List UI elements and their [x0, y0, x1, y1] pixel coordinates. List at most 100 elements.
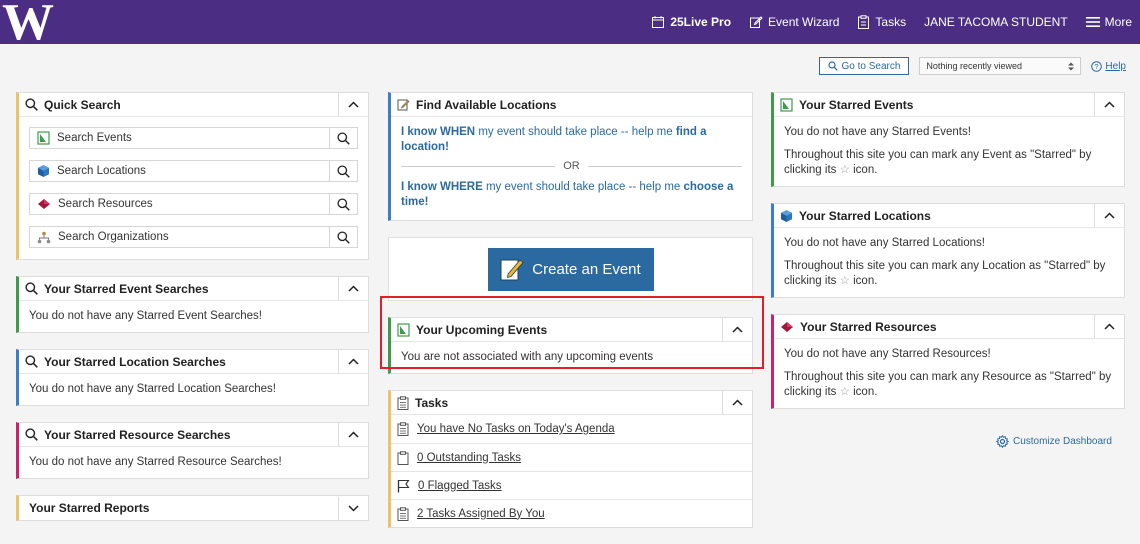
upcoming-events-panel: Your Upcoming Events You are not associa… [388, 317, 753, 374]
star-hint: Throughout this site you can mark any Ev… [784, 149, 1092, 176]
starred-location-searches-panel: Your Starred Location Searches You do no… [16, 349, 369, 406]
search-events-link[interactable]: Search Events [30, 131, 329, 146]
collapse-button[interactable] [722, 391, 752, 414]
choose-time-link[interactable]: I know WHERE my event should take place … [401, 180, 742, 210]
or-separator: OR [401, 159, 742, 174]
column-right: Your Starred Events You do not have any … [771, 92, 1125, 425]
star-outline-icon: ☆ [839, 164, 850, 176]
starred-resources-panel: Your Starred Resources You do not have a… [771, 314, 1125, 409]
panel-title: Find Available Locations [416, 97, 557, 112]
event-icon [780, 97, 793, 112]
utility-row: Go to Search Nothing recently viewed ? H… [818, 56, 1126, 76]
chevron-up-icon [348, 285, 359, 292]
empty-message: You do not have any Starred Events! [784, 126, 971, 138]
create-event-button[interactable]: Create an Event [487, 247, 654, 291]
search-resources-row[interactable]: Search Resources [29, 193, 358, 215]
task-row-flagged[interactable]: 0 Flagged Tasks [391, 471, 752, 499]
nav-25live-pro[interactable]: 25Live Pro [651, 15, 731, 29]
search-resources-button[interactable] [329, 194, 357, 214]
starred-resource-searches-panel: Your Starred Resource Searches You do no… [16, 422, 369, 479]
panel-title: Your Upcoming Events [416, 322, 548, 337]
help-link[interactable]: ? Help [1091, 61, 1126, 72]
column-left: Quick Search Search Events Search Locati… [16, 92, 369, 537]
flag-icon [397, 479, 410, 492]
top-bar: W 25Live Pro Event Wizard Tasks JANE TAC… [0, 0, 1140, 49]
svg-text:?: ? [1095, 62, 1099, 71]
tasks-panel: Tasks You have No Tasks on Today's Agend… [388, 390, 753, 528]
empty-message: You do not have any Starred Resource Sea… [29, 456, 282, 468]
collapse-button[interactable] [722, 318, 752, 341]
search-organizations-link[interactable]: Search Organizations [30, 230, 329, 245]
empty-message: You do not have any Starred Event Search… [29, 310, 262, 322]
search-icon [337, 164, 350, 178]
chevron-up-icon [348, 431, 359, 438]
customize-dashboard-link[interactable]: Customize Dashboard [996, 435, 1112, 448]
empty-message: You do not have any Starred Resources! [784, 348, 991, 360]
panel-title: Your Starred Location Searches [44, 354, 226, 369]
task-row-outstanding[interactable]: 0 Outstanding Tasks [391, 443, 752, 471]
top-nav: 25Live Pro Event Wizard Tasks JANE TACOM… [651, 0, 1132, 44]
collapse-button[interactable] [1094, 315, 1124, 338]
recently-viewed-select[interactable]: Nothing recently viewed [919, 57, 1082, 75]
task-link[interactable]: You have No Tasks on Today's Agenda [417, 423, 615, 435]
task-link[interactable]: 0 Outstanding Tasks [417, 452, 521, 464]
starred-reports-panel: Your Starred Reports [16, 495, 369, 521]
panel-title: Tasks [415, 395, 449, 410]
search-organizations-row[interactable]: Search Organizations [29, 226, 358, 248]
search-locations-link[interactable]: Search Locations [30, 164, 329, 179]
chevron-up-icon [1104, 101, 1115, 108]
collapse-button[interactable] [338, 277, 368, 300]
panel-title: Your Starred Reports [29, 501, 150, 515]
empty-message: You do not have any Starred Location Sea… [29, 383, 276, 395]
task-row-agenda[interactable]: You have No Tasks on Today's Agenda [391, 415, 752, 443]
panel-title: Quick Search [44, 97, 121, 112]
search-resources-link[interactable]: Search Resources [30, 197, 329, 212]
task-row-assigned[interactable]: 2 Tasks Assigned By You [391, 499, 752, 527]
chevron-up-icon [1104, 212, 1115, 219]
search-icon [337, 230, 350, 244]
nav-more[interactable]: More [1085, 15, 1132, 29]
search-icon [25, 282, 38, 295]
collapse-button[interactable] [338, 93, 368, 116]
nav-event-wizard[interactable]: Event Wizard [749, 15, 839, 29]
column-middle: Find Available Locations I know WHEN my … [388, 92, 753, 544]
go-to-search-button[interactable]: Go to Search [818, 57, 910, 75]
panel-title: Your Starred Resources [800, 319, 937, 334]
find-location-link[interactable]: I know WHEN my event should take place -… [401, 125, 742, 155]
search-events-button[interactable] [329, 128, 357, 148]
starred-locations-panel: Your Starred Locations You do not have a… [771, 203, 1125, 298]
nav-user-name[interactable]: JANE TACOMA STUDENT [924, 15, 1068, 29]
search-icon [25, 355, 38, 368]
search-icon [25, 98, 38, 111]
chevron-up-icon [732, 326, 743, 333]
panel-title: Your Starred Resource Searches [44, 427, 231, 442]
assigned-icon [397, 506, 409, 521]
search-events-row[interactable]: Search Events [29, 127, 358, 149]
find-available-locations-panel: Find Available Locations I know WHEN my … [388, 92, 753, 221]
quick-search-panel: Quick Search Search Events Search Locati… [16, 92, 369, 260]
uw-logo[interactable]: W [2, 0, 60, 49]
agenda-icon [397, 422, 409, 436]
search-locations-row[interactable]: Search Locations [29, 160, 358, 182]
nav-tasks[interactable]: Tasks [857, 15, 906, 29]
search-icon [827, 61, 838, 71]
collapse-button[interactable] [1094, 204, 1124, 227]
edit-icon [500, 259, 524, 281]
task-list: You have No Tasks on Today's Agenda 0 Ou… [391, 415, 752, 527]
calendar-icon [652, 16, 665, 28]
select-arrows-icon [1068, 62, 1075, 70]
star-hint: Throughout this site you can mark any Lo… [784, 260, 1106, 287]
task-link[interactable]: 0 Flagged Tasks [418, 480, 502, 492]
search-organizations-button[interactable] [329, 227, 357, 247]
search-icon [337, 131, 350, 145]
collapse-button[interactable] [338, 350, 368, 373]
starred-events-panel: Your Starred Events You do not have any … [771, 92, 1125, 187]
create-event-container: Create an Event [388, 237, 753, 301]
task-link[interactable]: 2 Tasks Assigned By You [417, 508, 545, 520]
collapse-button[interactable] [1094, 93, 1124, 116]
hamburger-icon [1085, 17, 1100, 27]
search-locations-button[interactable] [329, 161, 357, 181]
panel-title: Your Starred Locations [799, 208, 931, 223]
expand-button[interactable] [338, 496, 368, 520]
collapse-button[interactable] [338, 423, 368, 446]
